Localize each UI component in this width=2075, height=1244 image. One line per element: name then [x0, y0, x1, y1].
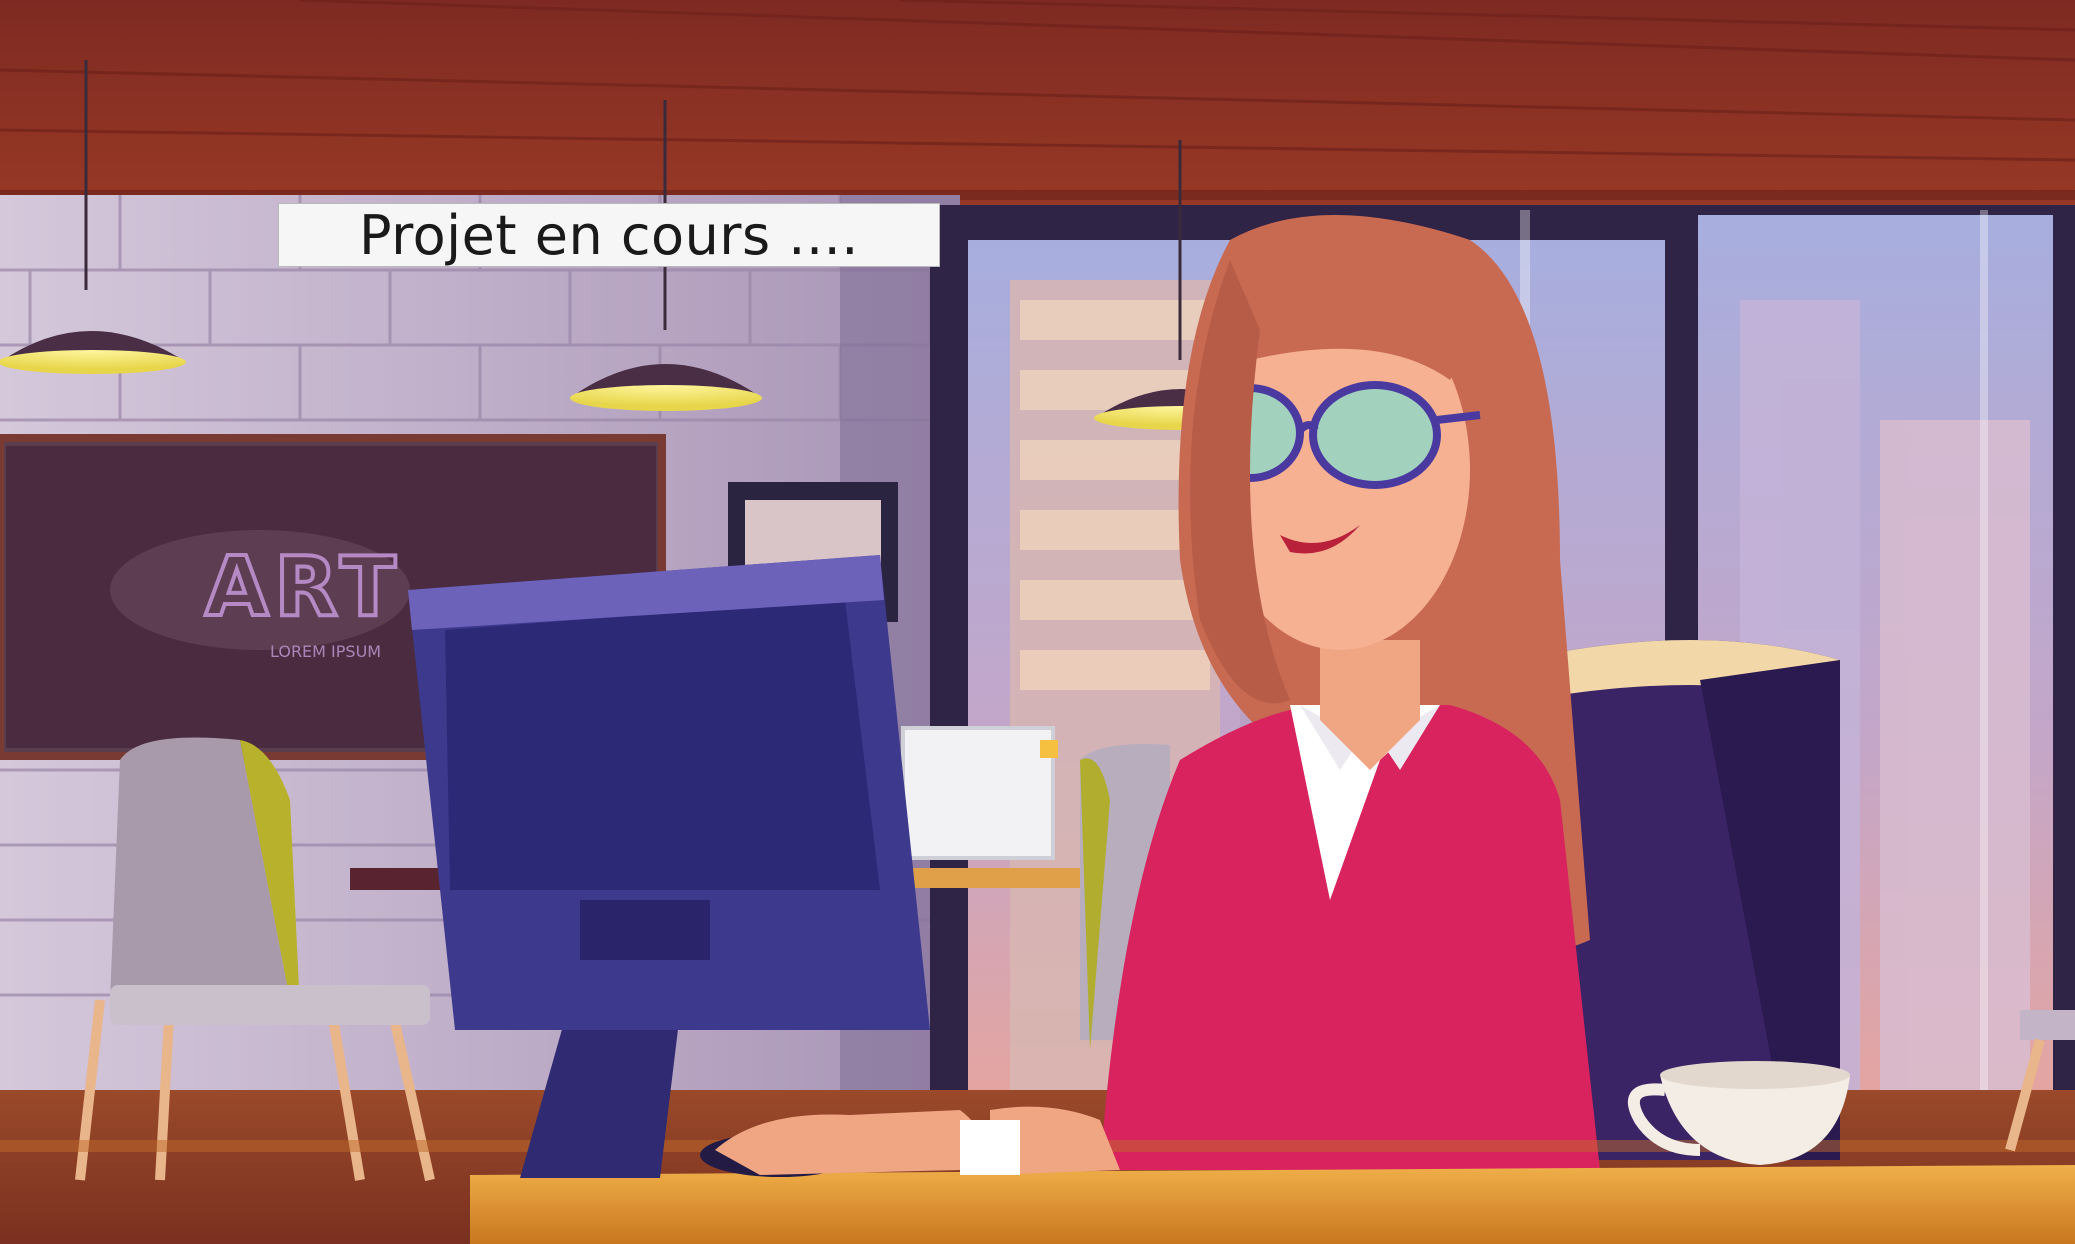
- background-monitor: [901, 726, 1055, 860]
- office-illustration: ART LOREM IPSUM: [0, 0, 2075, 1244]
- desk: [470, 1165, 2075, 1244]
- caption-box: Projet en cours ....: [278, 203, 940, 267]
- board-title: ART: [205, 540, 402, 635]
- board-subtitle: LOREM IPSUM: [270, 642, 381, 661]
- caption-text: Projet en cours ....: [359, 203, 859, 267]
